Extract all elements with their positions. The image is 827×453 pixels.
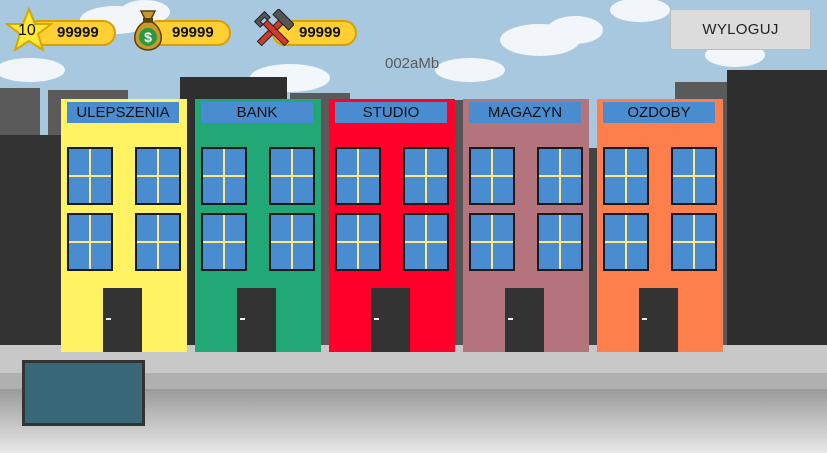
- door: [505, 288, 544, 352]
- player-code-label: 002aMb: [385, 55, 440, 72]
- window: [67, 213, 113, 271]
- door-knob: [508, 318, 513, 320]
- door: [103, 288, 142, 352]
- door-knob: [374, 318, 379, 320]
- door-knob: [106, 318, 111, 320]
- window: [537, 213, 583, 271]
- window: [603, 213, 649, 271]
- window: [335, 213, 381, 271]
- building-label: ULEPSZENIA: [76, 104, 170, 121]
- building-label: BANK: [236, 104, 278, 121]
- logout-button-label: WYLOGUJ: [702, 21, 779, 38]
- building-magazyn[interactable]: MAGAZYN: [463, 99, 589, 352]
- window: [403, 147, 449, 205]
- window: [469, 147, 515, 205]
- window: [201, 147, 247, 205]
- building-sign: BANK: [201, 102, 313, 123]
- building-studio[interactable]: STUDIO: [329, 99, 455, 352]
- window: [537, 147, 583, 205]
- door-knob: [642, 318, 647, 320]
- info-panel[interactable]: [22, 360, 145, 426]
- window: [671, 213, 717, 271]
- game-scene: ULEPSZENIA BANK STUDIO MAGAZYN OZDOBY 10…: [0, 0, 827, 453]
- building-ulepszenia[interactable]: ULEPSZENIA: [61, 99, 187, 352]
- window: [67, 147, 113, 205]
- stars-value: 99999: [57, 24, 99, 41]
- window: [671, 147, 717, 205]
- building-label: OZDOBY: [627, 104, 691, 121]
- building-bank[interactable]: BANK: [195, 99, 321, 352]
- window: [403, 213, 449, 271]
- window: [269, 147, 315, 205]
- window: [201, 213, 247, 271]
- door: [371, 288, 410, 352]
- building-sign: STUDIO: [335, 102, 447, 123]
- window: [469, 213, 515, 271]
- building-label: STUDIO: [362, 104, 420, 121]
- building-ozdoby[interactable]: OZDOBY: [597, 99, 723, 352]
- window: [135, 213, 181, 271]
- window: [269, 213, 315, 271]
- door-knob: [240, 318, 245, 320]
- tools-value: 99999: [299, 24, 341, 41]
- money-bag-icon: $: [134, 10, 162, 51]
- door: [237, 288, 276, 352]
- money-value: 99999: [172, 24, 214, 41]
- logout-button[interactable]: WYLOGUJ: [670, 9, 811, 50]
- window: [135, 147, 181, 205]
- window: [603, 147, 649, 205]
- window: [335, 147, 381, 205]
- svg-text:$: $: [144, 29, 152, 45]
- building-label: MAGAZYN: [487, 104, 563, 121]
- building-sign: ULEPSZENIA: [67, 102, 179, 123]
- building-sign: MAGAZYN: [469, 102, 581, 123]
- hammer-wrench-icon: [253, 9, 294, 47]
- door: [639, 288, 678, 352]
- building-sign: OZDOBY: [603, 102, 715, 123]
- level-value: 10: [18, 22, 36, 39]
